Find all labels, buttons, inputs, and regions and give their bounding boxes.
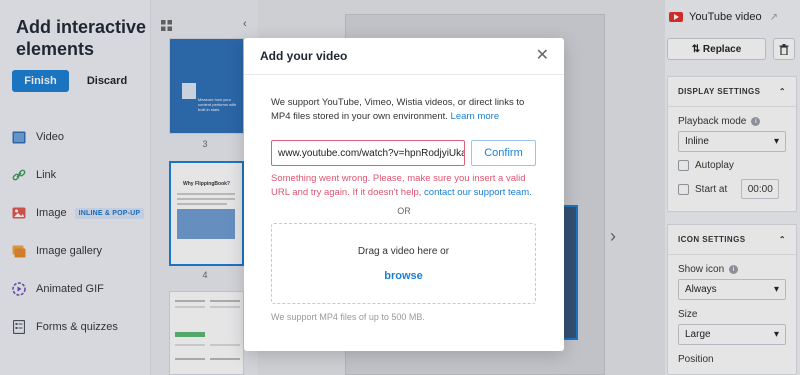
close-icon[interactable]: ✕	[536, 48, 549, 64]
add-video-dialog: Add your video ✕ We support YouTube, Vim…	[244, 38, 564, 351]
drop-zone-text: Drag a video here or	[357, 246, 450, 257]
error-message: Something went wrong. Please, make sure …	[271, 173, 532, 198]
dialog-title: Add your video	[260, 49, 348, 63]
support-link[interactable]: contact our support team.	[424, 187, 532, 198]
video-url-input[interactable]: www.youtube.com/watch?v=hpnRodjyiUka	[271, 140, 465, 166]
or-divider: OR	[397, 206, 411, 216]
file-size-note: We support MP4 files of up to 500 MB.	[271, 312, 425, 322]
confirm-button[interactable]: Confirm	[471, 140, 536, 166]
learn-more-link[interactable]: Learn more	[451, 111, 500, 122]
video-drop-zone[interactable]: Drag a video here or browse	[271, 223, 536, 304]
browse-link[interactable]: browse	[272, 270, 535, 282]
dialog-description: We support YouTube, Vimeo, Wistia videos…	[271, 97, 525, 122]
